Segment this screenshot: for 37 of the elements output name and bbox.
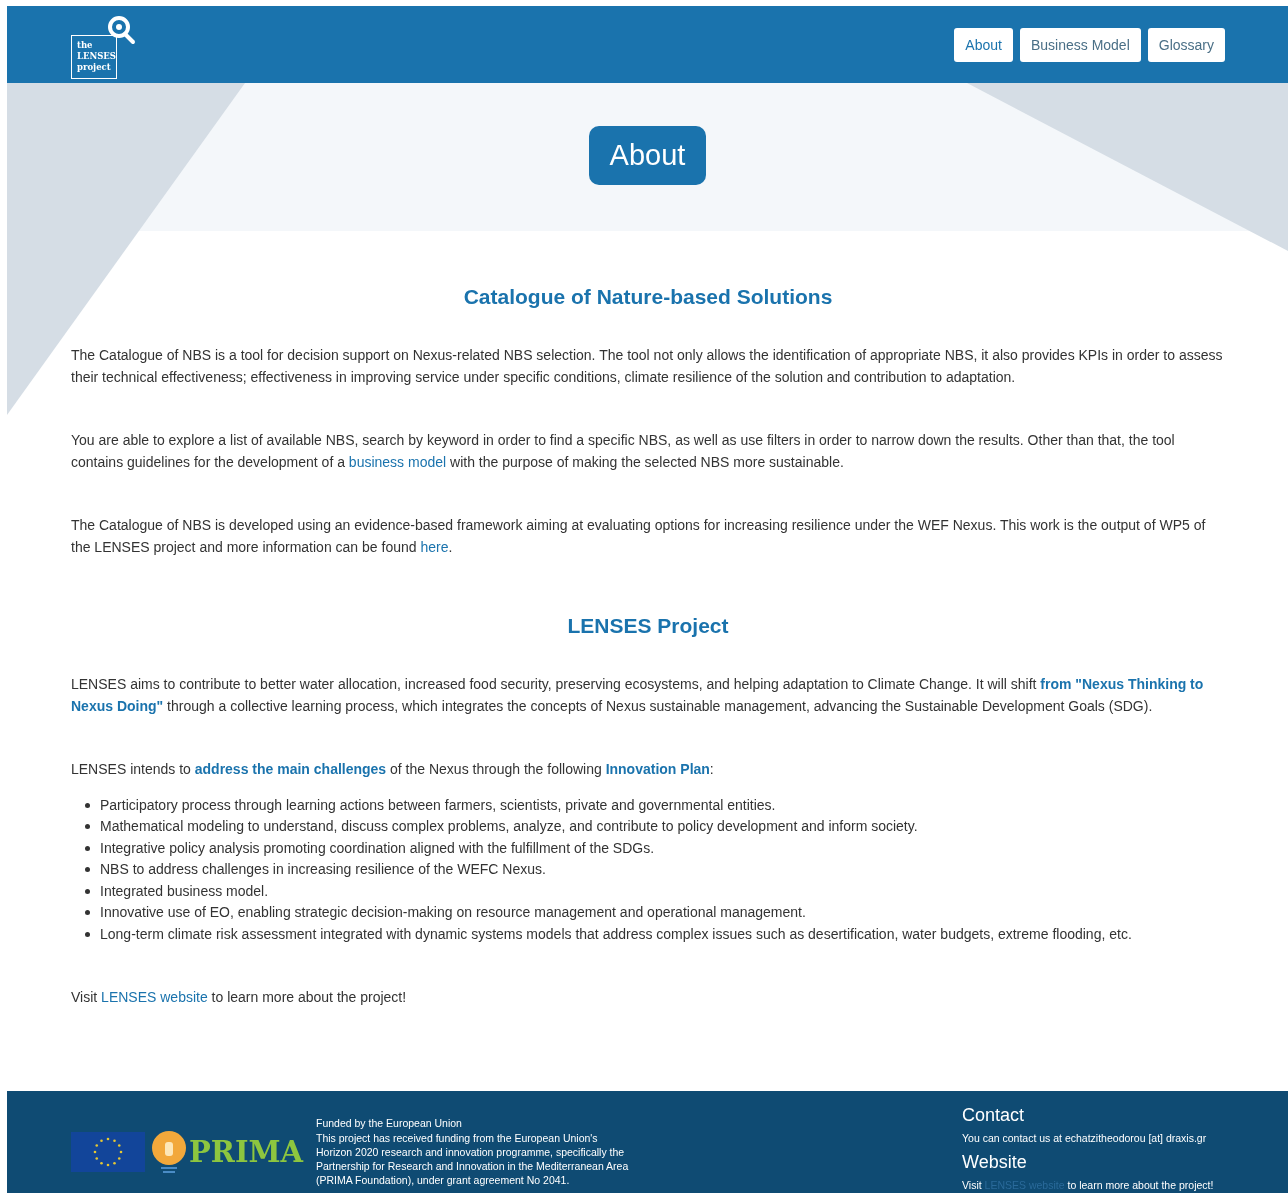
text-link[interactable]: LENSES website xyxy=(101,989,208,1005)
funding-text: This project has received funding from the European Union's Horizon 2020 research and innovation programme, specifically the Partnership for Research and Innovation in the Mediterranean Area (PRIMA Foundation), under grant agreement No 2041. xyxy=(316,1130,630,1188)
bullet-icon xyxy=(85,845,90,851)
bullet-icon xyxy=(85,867,90,873)
contact-heading: Contact xyxy=(962,1105,1026,1126)
funding-text: Funded by the European Union xyxy=(316,1116,463,1131)
list-item: Integrative policy analysis promoting coordination aligned with the fulfillment of the SDGs. xyxy=(100,838,655,858)
magnifier-icon xyxy=(107,14,137,47)
list-item: Integrated business model. xyxy=(100,881,269,901)
page-title: About xyxy=(588,126,707,185)
bullet-icon xyxy=(85,802,90,808)
list-item: Long-term climate risk assessment integrated with dynamic systems models that address complex issues such as desertification, water budgets, extreme flooding, etc. xyxy=(100,924,1132,944)
paragraph: The Catalogue of NBS is developed using an evidence-based framework aiming at evaluating options for increasing resilience under the WEF Nexus. This work is the output of WP5 of the LENSES project and more information can be found here. xyxy=(71,516,1207,557)
text-link[interactable]: business model xyxy=(348,453,447,470)
bullet-icon xyxy=(85,931,90,937)
list-item: NBS to address challenges in increasing resilience of the WEFC Nexus. xyxy=(100,860,546,879)
list-item: Mathematical modeling to understand, discuss complex problems, analyze, and contribute to policy development and inform society. xyxy=(100,817,918,836)
paragraph: LENSES intends to address the main challenges of the Nexus through the following Innovation Plan: xyxy=(71,760,715,779)
prima-logo: PRIMA xyxy=(151,1130,304,1174)
website-heading: Website xyxy=(962,1152,1028,1173)
paragraph: You are able to explore a list of available NBS, search by keyword in order to find a specific NBS, as well as use filters in order to narrow down the results. Other than that, the tool contains guidelines for the development of a business model with the purpose of making the selected NBS more sustainable. xyxy=(71,431,1176,472)
paragraph: Visit LENSES website to learn more about the project! xyxy=(71,988,408,1007)
bullet-icon xyxy=(85,824,90,830)
flag-icon xyxy=(71,1132,145,1172)
contact-text: You can contact us at echatzitheodorou [at] draxis.gr xyxy=(962,1132,1208,1144)
section-heading: LENSES Project xyxy=(566,614,730,638)
paragraph: LENSES aims to contribute to better water allocation, increased food security, preserving ecosystems, and helping adaptation to Climate Change. It will shift from "Nexus Thinking to Nexus Doing" through a collective learning process, which integrates the concepts of Nexus sustainable management, advancing the Sustainable Development Goals (SDG). xyxy=(71,675,1205,716)
logo[interactable]: the LENSES project xyxy=(71,14,135,79)
list-item: Participatory process through learning actions between farmers, scientists, private and governmental entities. xyxy=(100,795,776,815)
list-item: Innovative use of EO, enabling strategic decision-making on resource management and operational management. xyxy=(100,903,806,922)
nav-button[interactable]: Business Model xyxy=(1019,27,1141,62)
nav-button[interactable]: About xyxy=(954,27,1013,62)
bullet-icon xyxy=(85,910,90,916)
section-heading: Catalogue of Nature-based Solutions xyxy=(462,285,834,309)
paragraph: The Catalogue of NBS is a tool for decision support on Nexus-related NBS selection. The tool not only allows the identification of appropriate NBS, it also provides KPIs in order to assess their technical effectiveness; effectiveness in improving service under specific conditions, climate resilience of the solution and contribution to adaptation. xyxy=(71,346,1224,387)
bullet-icon xyxy=(85,888,90,894)
nav-button[interactable]: Glossary xyxy=(1147,27,1225,62)
